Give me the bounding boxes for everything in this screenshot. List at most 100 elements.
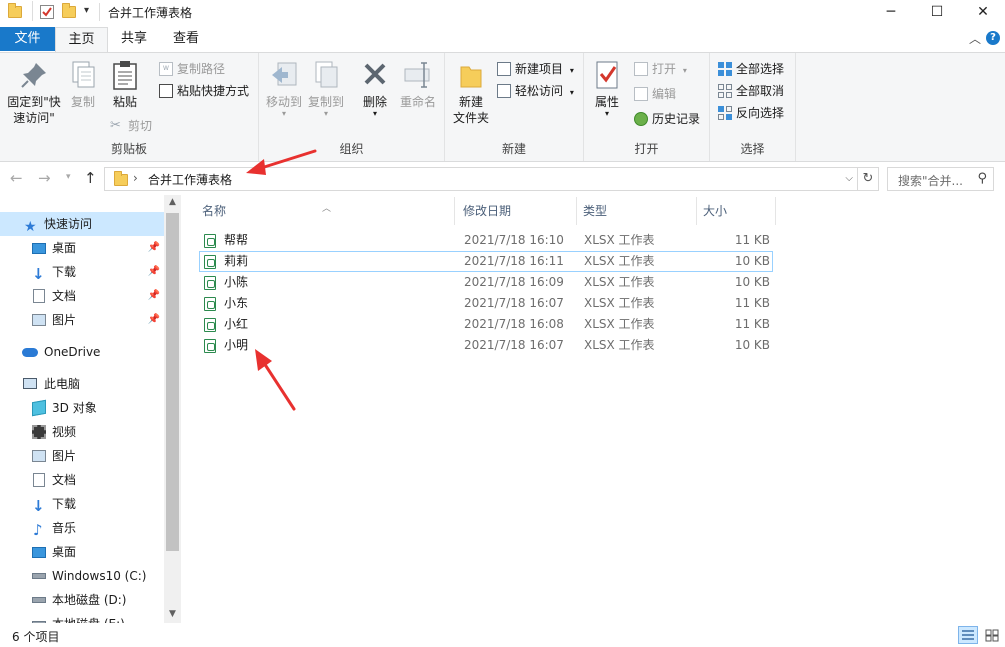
- paste-button[interactable]: 粘贴: [105, 57, 145, 110]
- edit-button[interactable]: 编辑: [632, 84, 676, 104]
- nav-item-drive-e[interactable]: 本地磁盘 (E:): [0, 612, 164, 623]
- up-arrow-icon[interactable]: ↑: [84, 169, 97, 187]
- collapse-ribbon-chevron-icon[interactable]: ︿: [969, 30, 981, 47]
- column-header-name[interactable]: ︿ 名称: [202, 201, 331, 225]
- tab-home[interactable]: 主页: [55, 27, 108, 52]
- download-arrow-icon: ↓: [32, 265, 45, 283]
- new-item-label: 新建项目: [515, 62, 564, 76]
- scrollbar-thumb[interactable]: [166, 213, 179, 551]
- close-button[interactable]: ✕: [960, 0, 1005, 26]
- file-row[interactable]: 小红 2021/7/18 16:08 XLSX 工作表 11 KB: [199, 314, 773, 335]
- invert-selection-button[interactable]: 反向选择: [716, 103, 784, 123]
- column-header-type[interactable]: 类型: [583, 201, 607, 225]
- file-row[interactable]: 小明 2021/7/18 16:07 XLSX 工作表 10 KB: [199, 335, 773, 356]
- copy-button[interactable]: 复制: [66, 57, 100, 110]
- nav-item-pictures[interactable]: 图片 📌: [0, 308, 164, 332]
- excel-file-icon: [204, 297, 216, 311]
- new-item-icon: [497, 62, 511, 76]
- scroll-down-chevron-icon[interactable]: ▼: [164, 609, 181, 619]
- tab-view[interactable]: 查看: [162, 27, 210, 52]
- paste-shortcut-button[interactable]: 粘贴快捷方式: [157, 81, 249, 101]
- nav-item-3d-objects[interactable]: 3D 对象: [0, 396, 164, 420]
- nav-item-documents[interactable]: 文档 📌: [0, 284, 164, 308]
- file-row[interactable]: 莉莉 2021/7/18 16:11 XLSX 工作表 10 KB: [199, 251, 773, 272]
- back-arrow-icon[interactable]: ←: [10, 169, 23, 187]
- nav-item-label: 桌面: [52, 241, 77, 255]
- address-path[interactable]: 合并工作薄表格: [148, 171, 232, 188]
- open-group: 属性 ▾ 打开 ▾ 编辑 历史记录 打开: [584, 53, 710, 161]
- file-row[interactable]: 帮帮 2021/7/18 16:10 XLSX 工作表 11 KB: [199, 230, 773, 251]
- column-separator[interactable]: [696, 197, 697, 225]
- cut-button[interactable]: ✂ 剪切: [108, 116, 152, 136]
- title-bar: ▾ 合并工作薄表格 ─ ☐ ✕: [0, 0, 1005, 26]
- nav-item-drive-d[interactable]: 本地磁盘 (D:): [0, 588, 164, 612]
- nav-item-desktop[interactable]: 桌面 📌: [0, 236, 164, 260]
- column-header-modified[interactable]: 修改日期: [463, 201, 511, 225]
- search-input[interactable]: 搜索"合并... ⚲: [887, 167, 994, 191]
- organize-group-label: 组织: [339, 142, 364, 156]
- breadcrumb-chevron-icon[interactable]: ›: [133, 171, 138, 185]
- nav-item-label: 桌面: [52, 545, 77, 559]
- copy-to-button[interactable]: 复制到 ▾: [306, 57, 346, 118]
- address-dropdown-chevron-icon[interactable]: ⌵: [845, 173, 853, 184]
- easy-access-button[interactable]: 轻松访问 ▾: [495, 81, 574, 101]
- select-group-label: 选择: [740, 142, 765, 156]
- new-item-button[interactable]: 新建项目 ▾: [495, 59, 574, 79]
- open-button[interactable]: 打开 ▾: [632, 59, 687, 79]
- file-type: XLSX 工作表: [584, 233, 655, 247]
- column-separator[interactable]: [576, 197, 577, 225]
- delete-button[interactable]: 删除 ▾: [357, 57, 393, 118]
- minimize-button[interactable]: ─: [868, 0, 914, 26]
- address-bar[interactable]: › 合并工作薄表格 ⌵: [104, 167, 858, 191]
- nav-this-pc[interactable]: 此电脑: [0, 372, 164, 396]
- forward-arrow-icon[interactable]: →: [38, 169, 51, 187]
- file-size: 11 KB: [734, 233, 770, 247]
- column-header-label: 名称: [202, 204, 227, 218]
- file-row[interactable]: 小陈 2021/7/18 16:09 XLSX 工作表 10 KB: [199, 272, 773, 293]
- nav-scrollbar[interactable]: ▲ ▼: [164, 195, 181, 623]
- tab-share[interactable]: 共享: [110, 27, 158, 52]
- nav-item-desktop-pc[interactable]: 桌面: [0, 540, 164, 564]
- properties-button[interactable]: 属性 ▾: [590, 57, 624, 118]
- new-folder-button[interactable]: 新建 文件夹: [450, 57, 492, 126]
- details-view-button[interactable]: [958, 626, 978, 644]
- properties-quick-icon[interactable]: [40, 5, 54, 19]
- column-separator[interactable]: [775, 197, 776, 225]
- maximize-button[interactable]: ☐: [914, 0, 960, 26]
- new-item-chevron-icon: ▾: [569, 66, 574, 75]
- file-modified: 2021/7/18 16:07: [464, 296, 564, 310]
- nav-item-label: 图片: [52, 313, 77, 327]
- move-to-button[interactable]: 移动到 ▾: [264, 57, 304, 118]
- select-none-button[interactable]: 全部取消: [716, 81, 784, 101]
- search-placeholder: 搜索"合并...: [898, 174, 963, 188]
- window-title: 合并工作薄表格: [108, 6, 193, 20]
- file-row[interactable]: 小东 2021/7/18 16:07 XLSX 工作表 11 KB: [199, 293, 773, 314]
- nav-item-downloads[interactable]: ↓ 下载 📌: [0, 260, 164, 284]
- copy-path-button[interactable]: W 复制路径: [157, 59, 225, 79]
- nav-onedrive[interactable]: OneDrive: [0, 340, 164, 364]
- nav-item-documents-pc[interactable]: 文档: [0, 468, 164, 492]
- tab-file[interactable]: 文件: [0, 27, 55, 51]
- history-button[interactable]: 历史记录: [632, 109, 700, 129]
- customize-quick-access-chevron-icon[interactable]: ▾: [84, 5, 89, 16]
- nav-item-music[interactable]: ♪ 音乐: [0, 516, 164, 540]
- refresh-button[interactable]: ↻: [857, 167, 879, 191]
- nav-item-downloads-pc[interactable]: ↓ 下载: [0, 492, 164, 516]
- column-header-size[interactable]: 大小: [703, 201, 727, 225]
- nav-item-drive-c[interactable]: Windows10 (C:): [0, 564, 164, 588]
- recent-locations-chevron-icon[interactable]: ▾: [66, 172, 71, 182]
- file-size: 10 KB: [734, 338, 770, 352]
- pin-quick-access-button[interactable]: 固定到"快 速访问": [4, 57, 64, 126]
- scroll-up-chevron-icon[interactable]: ▲: [164, 197, 181, 207]
- open-label: 打开: [652, 62, 677, 76]
- column-separator[interactable]: [454, 197, 455, 225]
- nav-quick-access[interactable]: ★ 快速访问: [0, 212, 164, 236]
- nav-item-pictures-pc[interactable]: 图片: [0, 444, 164, 468]
- paste-label: 粘贴: [112, 95, 137, 109]
- search-icon[interactable]: ⚲: [977, 171, 987, 186]
- nav-item-videos[interactable]: 视频: [0, 420, 164, 444]
- rename-button[interactable]: 重命名: [397, 57, 439, 110]
- help-icon[interactable]: ?: [986, 31, 1000, 45]
- select-all-button[interactable]: 全部选择: [716, 59, 784, 79]
- large-icons-view-button[interactable]: [982, 626, 1002, 644]
